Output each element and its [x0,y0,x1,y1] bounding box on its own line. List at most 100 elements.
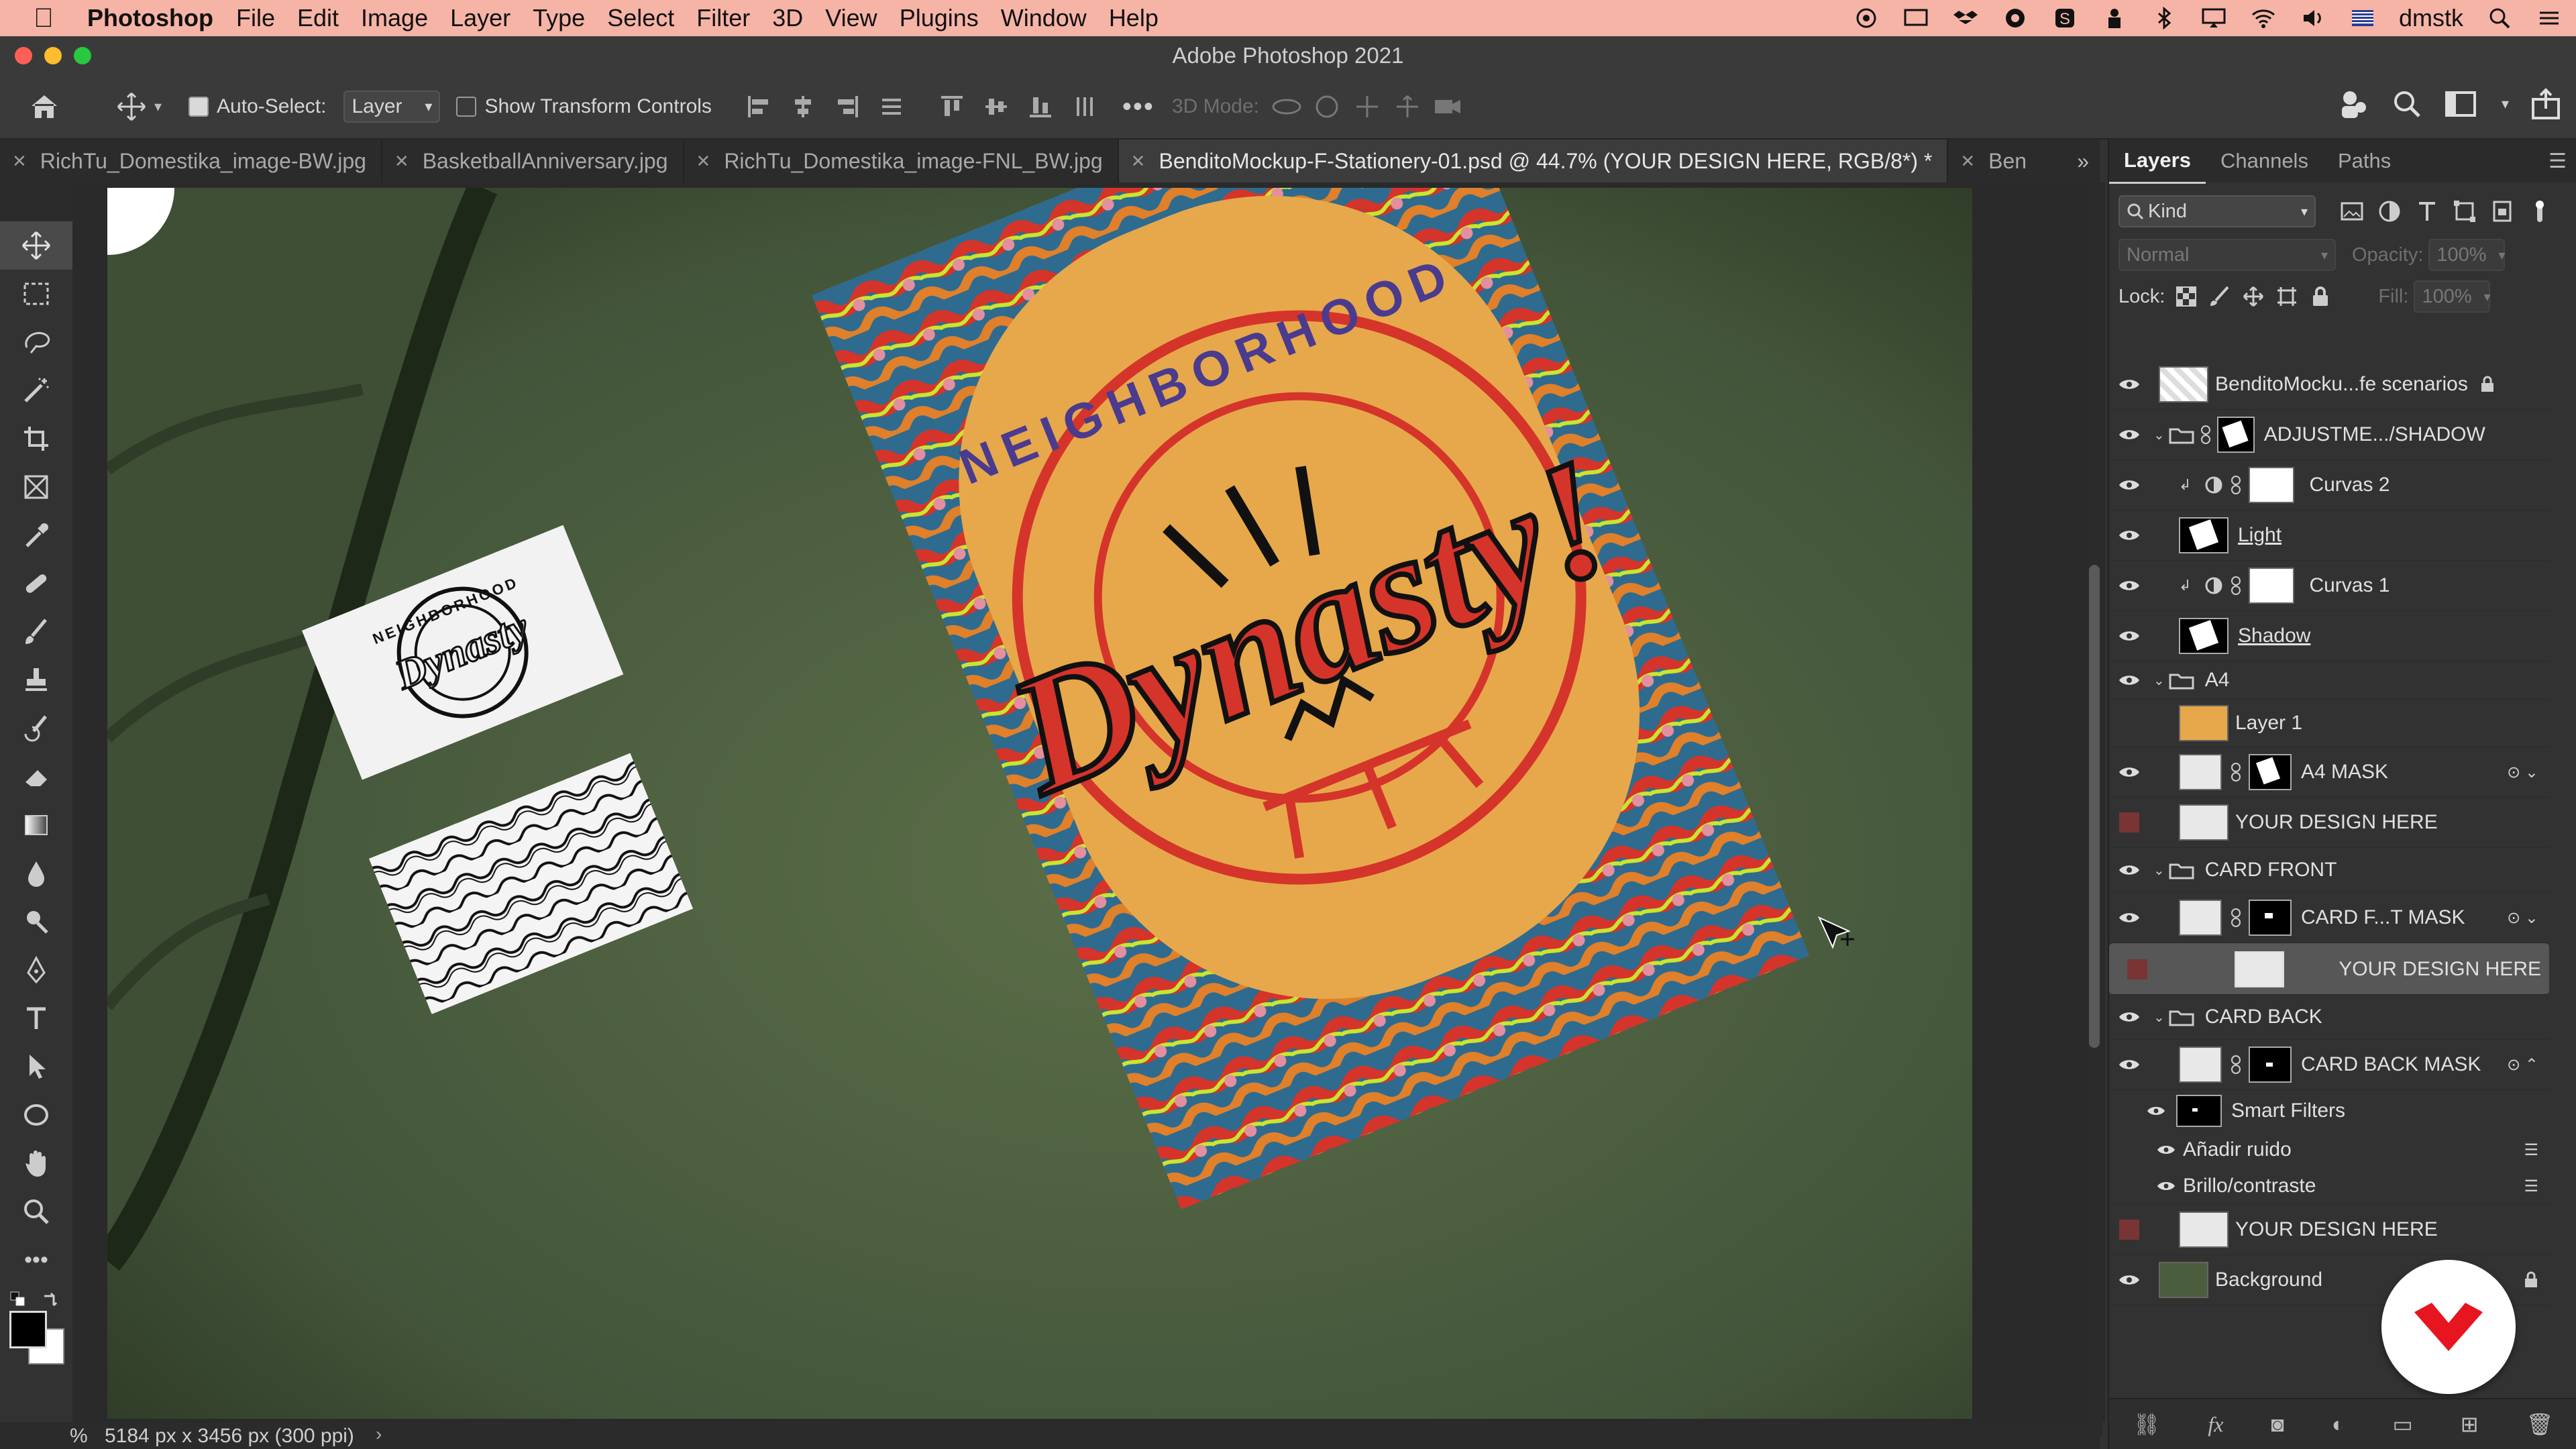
close-tab-icon[interactable]: ✕ [1131,151,1146,172]
chevron-down-icon[interactable]: ⌄ [2153,672,2165,689]
chevron-down-icon[interactable]: ⌄ [2153,862,2165,879]
blur-tool[interactable] [0,849,72,898]
layer-row[interactable]: Shadow [2109,611,2549,661]
eye-icon[interactable] [2109,1255,2149,1305]
eye-icon[interactable] [2149,1168,2183,1204]
tabs-overflow-icon[interactable]: » [2077,149,2089,174]
eye-icon[interactable] [2109,360,2149,409]
lock-position-icon[interactable] [2243,286,2264,307]
menu-select[interactable]: Select [607,4,674,32]
layer-row[interactable]: A4 MASK ⊙ ⌄ [2109,747,2549,798]
control-center-icon[interactable] [2536,7,2563,30]
close-tab-icon[interactable]: ✕ [1960,151,1975,172]
close-tab-icon[interactable]: ✕ [696,151,711,172]
lock-transparent-icon[interactable] [2176,286,2197,307]
healing-brush-tool[interactable] [0,559,72,608]
layer-row[interactable]: YOUR DESIGN HERE [2109,798,2549,848]
menu-help[interactable]: Help [1109,4,1159,32]
bluetooth-icon[interactable] [2151,7,2178,30]
3d-pan-icon[interactable] [1350,93,1384,120]
eye-icon[interactable] [2109,561,2149,610]
distribute-vertical-icon[interactable] [1065,87,1105,127]
spotlight-search-icon[interactable] [2486,7,2513,30]
auto-select-checkbox[interactable] [189,97,209,117]
tab-richtu-fnl-bw[interactable]: ✕ RichTu_Domestika_image-FNL_BW.jpg [684,140,1119,182]
move-tool-preset-icon[interactable] [111,87,152,127]
document-info[interactable]: 5184 px x 3456 px (300 ppi) [105,1425,354,1448]
close-tab-icon[interactable]: ✕ [12,151,27,172]
menu-plugins[interactable]: Plugins [900,4,979,32]
ellipse-tool[interactable] [0,1091,72,1139]
menu-filter[interactable]: Filter [696,4,750,32]
document-canvas[interactable]: NEIGHBORHOOD Dynasty! NEIGHBORHOOD Dynas… [107,188,1972,1419]
eye-hidden-icon[interactable] [2109,798,2149,847]
crop-tool[interactable] [0,415,72,463]
tab-richtu-bw[interactable]: ✕ RichTu_Domestika_image-BW.jpg [0,140,382,182]
marquee-tool[interactable] [0,270,72,318]
swap-colors-icon[interactable] [40,1289,59,1308]
eye-icon[interactable] [2136,1090,2176,1132]
layer-row[interactable]: CARD BACK MASK ⊙ ⌃ [2109,1040,2549,1090]
show-transform-controls-checkbox[interactable] [456,97,477,117]
more-options-icon[interactable]: ••• [1122,92,1155,122]
align-bottom-icon[interactable] [1020,87,1061,127]
lock-artboard-icon[interactable] [2276,286,2298,307]
menu-edit[interactable]: Edit [297,4,339,32]
3d-camera-icon[interactable] [1431,93,1464,120]
layer-row[interactable]: ↲ Curvas 1 [2109,561,2549,611]
layer-row[interactable]: CARD F...T MASK ⊙ ⌄ [2109,893,2549,943]
align-top-icon[interactable] [932,87,972,127]
delete-layer-icon[interactable]: 🗑 [2526,1411,2554,1437]
blend-mode-dropdown[interactable]: Normal ▾ [2118,239,2336,271]
layer-row[interactable]: Light [2109,511,2549,561]
search-icon[interactable] [2390,87,2424,121]
layer-row-selected[interactable]: YOUR DESIGN HERE [2109,943,2549,995]
menu-view[interactable]: View [825,4,877,32]
home-icon[interactable] [24,87,64,127]
user-name[interactable]: dmstk [2399,4,2463,32]
history-brush-tool[interactable] [0,704,72,753]
new-layer-icon[interactable]: ⊞ [2461,1411,2479,1437]
tab-ben[interactable]: ✕ Ben [1948,140,2041,182]
person-icon[interactable] [2101,7,2128,30]
eye-icon[interactable] [2109,611,2149,661]
eraser-tool[interactable] [0,753,72,801]
layer-row[interactable]: ⌄ CARD FRONT [2109,848,2549,893]
eye-icon[interactable] [2149,1132,2183,1168]
chevron-down-icon[interactable]: ▾ [2502,95,2509,113]
eye-icon[interactable] [2109,893,2149,943]
status-menu-icon[interactable]: › [376,1424,382,1445]
magic-wand-tool[interactable] [0,366,72,415]
smart-filter-row[interactable]: Brillo/contraste ☰ [2109,1168,2549,1205]
eye-icon[interactable] [2109,995,2149,1039]
workspace-icon[interactable] [2444,87,2481,121]
3d-orbit-icon[interactable] [1270,93,1303,120]
lock-image-icon[interactable] [2209,286,2231,307]
account-icon[interactable] [2002,7,2029,30]
wifi-icon[interactable] [2250,7,2277,30]
type-tool[interactable] [0,994,72,1042]
eye-icon[interactable] [2109,661,2149,699]
menu-type[interactable]: Type [533,4,585,32]
filter-smart-object-icon[interactable] [2490,199,2514,223]
align-right-icon[interactable] [827,87,867,127]
opacity-field[interactable]: 100% ▾ [2428,239,2506,271]
zoom-tool[interactable] [0,1187,72,1236]
path-selection-tool[interactable] [0,1042,72,1091]
align-left-icon[interactable] [739,87,779,127]
lock-all-icon[interactable] [2310,286,2331,307]
vertical-scrollbar[interactable] [2086,182,2102,1422]
panel-menu-icon[interactable]: ☰ [2548,150,2567,173]
filter-options-icon[interactable]: ☰ [2524,1140,2538,1160]
align-middle-icon[interactable] [976,87,1016,127]
edit-toolbar-icon[interactable]: ••• [0,1236,72,1284]
eye-icon[interactable] [2109,410,2149,460]
new-adjustment-icon[interactable]: ◐ [2332,1412,2345,1437]
filter-options-icon[interactable]: ☰ [2524,1177,2538,1196]
screen-icon[interactable] [1902,7,1929,30]
zoom-percent[interactable]: % [70,1425,88,1448]
tab-paths[interactable]: Paths [2323,140,2406,182]
flag-icon[interactable] [2349,7,2376,30]
share-icon[interactable] [2529,87,2563,121]
layer-style-icon[interactable]: fx [2208,1412,2223,1437]
